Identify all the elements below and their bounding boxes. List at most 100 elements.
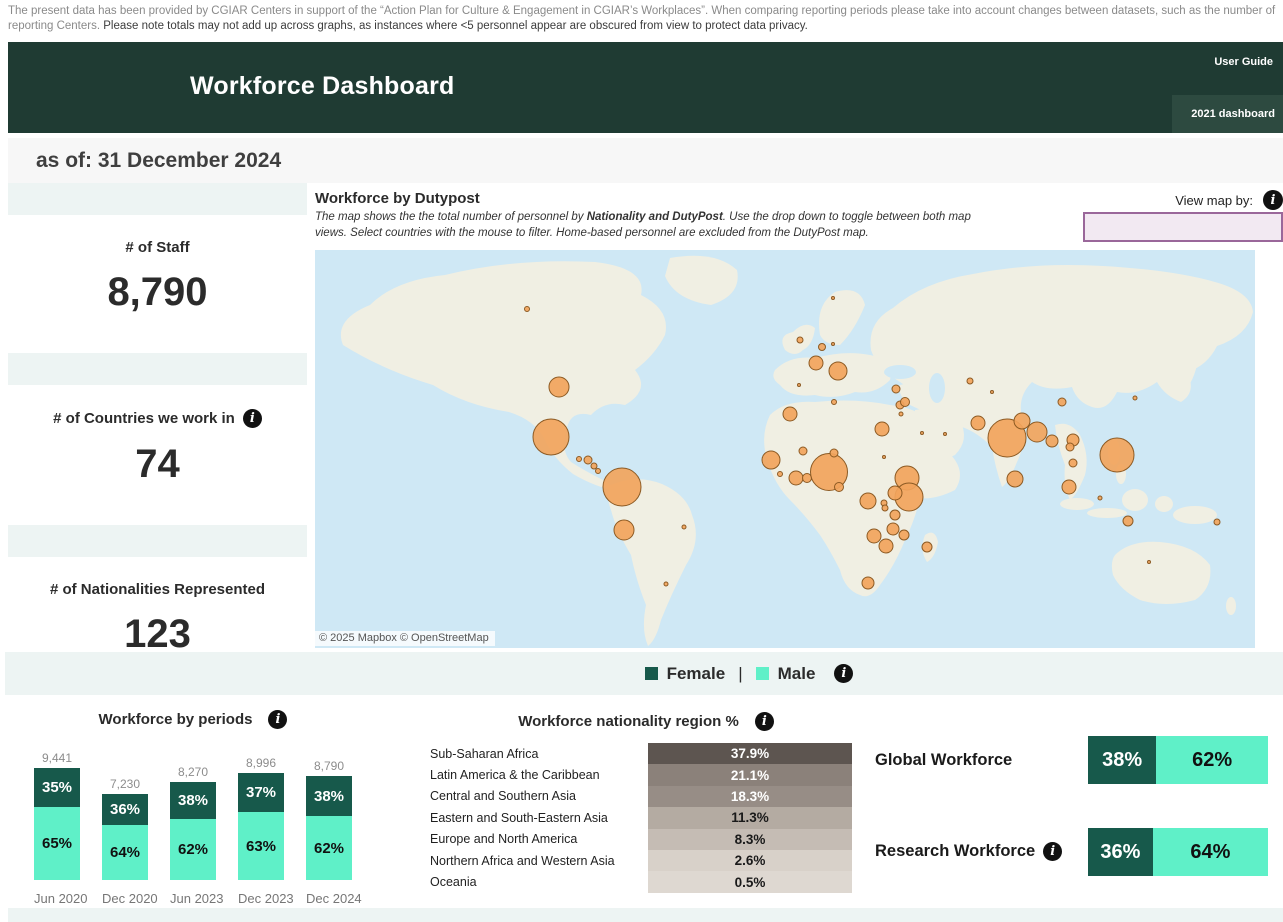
female-segment[interactable]: 38%: [170, 782, 216, 819]
male-segment[interactable]: 62%: [1156, 736, 1268, 784]
map-bubble[interactable]: [614, 520, 634, 540]
research-workforce-bar[interactable]: 36%64%: [1088, 828, 1268, 876]
period-bar-dec-2020[interactable]: 7,23036%64%: [102, 777, 148, 880]
global-workforce-bar[interactable]: 38%62%: [1088, 736, 1268, 784]
map-bubble[interactable]: [1046, 435, 1058, 447]
map-bubble[interactable]: [809, 356, 823, 370]
map-bubble[interactable]: [830, 449, 838, 457]
map-bubble[interactable]: [549, 377, 569, 397]
male-segment[interactable]: 64%: [1153, 828, 1268, 876]
map-bubble[interactable]: [533, 419, 569, 455]
map-bubble[interactable]: [832, 297, 835, 300]
map-bubble[interactable]: [944, 433, 947, 436]
male-segment[interactable]: 62%: [170, 819, 216, 880]
map-bubble[interactable]: [591, 463, 597, 469]
table-row[interactable]: Latin America & the Caribbean21.1%: [430, 764, 862, 785]
dashboard-2021-button[interactable]: 2021 dashboard: [1172, 95, 1283, 133]
period-bar-jun-2023[interactable]: 8,27038%62%: [170, 765, 216, 880]
map-bubble[interactable]: [1214, 519, 1220, 525]
map-bubble[interactable]: [584, 456, 592, 464]
table-row[interactable]: Northern Africa and Western Asia2.6%: [430, 850, 862, 871]
map-bubble[interactable]: [799, 447, 807, 455]
research-workforce-info-icon[interactable]: i: [1043, 842, 1062, 861]
map-bubble[interactable]: [991, 391, 994, 394]
map-bubble[interactable]: [888, 486, 902, 500]
world-map[interactable]: © 2025 Mapbox © OpenStreetMap: [315, 250, 1255, 648]
map-bubble[interactable]: [890, 510, 900, 520]
map-bubble[interactable]: [899, 530, 909, 540]
map-bubble[interactable]: [967, 378, 973, 384]
map-bubble[interactable]: [819, 344, 826, 351]
period-bar-dec-2023[interactable]: 8,99637%63%: [238, 756, 284, 880]
map-bubble[interactable]: [1062, 480, 1076, 494]
regions-info-icon[interactable]: i: [755, 712, 774, 731]
map-bubble[interactable]: [835, 483, 844, 492]
map-bubble[interactable]: [901, 398, 910, 407]
female-segment[interactable]: 37%: [238, 773, 284, 812]
view-map-by-dropdown[interactable]: [1083, 212, 1283, 242]
table-row[interactable]: Central and Southern Asia18.3%: [430, 786, 862, 807]
map-bubble[interactable]: [1098, 496, 1102, 500]
map-bubble[interactable]: [1007, 471, 1023, 487]
map-bubble[interactable]: [1123, 516, 1133, 526]
map-bubble[interactable]: [892, 385, 900, 393]
map-bubble[interactable]: [1066, 443, 1074, 451]
map-bubble[interactable]: [879, 539, 893, 553]
map-bubble[interactable]: [829, 362, 847, 380]
map-bubble[interactable]: [525, 307, 530, 312]
map-bubble[interactable]: [883, 456, 886, 459]
view-map-by-info-icon[interactable]: i: [1263, 190, 1283, 210]
map-bubble[interactable]: [803, 474, 812, 483]
period-bar-jun-2020[interactable]: 9,44135%65%: [34, 751, 80, 880]
map-bubble[interactable]: [862, 577, 874, 589]
female-segment[interactable]: 36%: [1088, 828, 1153, 876]
map-bubble[interactable]: [783, 407, 797, 421]
map-bubble[interactable]: [1027, 422, 1047, 442]
countries-info-icon[interactable]: i: [243, 409, 262, 428]
map-bubble[interactable]: [778, 472, 783, 477]
male-segment[interactable]: 63%: [238, 812, 284, 880]
map-bubble[interactable]: [882, 505, 888, 511]
female-segment[interactable]: 38%: [306, 776, 352, 816]
map-bubble[interactable]: [875, 422, 889, 436]
map-bubble[interactable]: [971, 416, 985, 430]
page-title: Workforce Dashboard: [190, 72, 455, 101]
male-segment[interactable]: 65%: [34, 807, 80, 880]
table-row[interactable]: Sub-Saharan Africa37.9%: [430, 743, 862, 764]
table-row[interactable]: Eastern and South-Eastern Asia11.3%: [430, 807, 862, 828]
female-segment[interactable]: 35%: [34, 768, 80, 807]
map-bubble[interactable]: [867, 529, 881, 543]
map-bubble[interactable]: [762, 451, 780, 469]
table-row[interactable]: Oceania0.5%: [430, 871, 862, 892]
legend-info-icon[interactable]: i: [834, 664, 853, 683]
map-bubble[interactable]: [789, 471, 803, 485]
map-bubble[interactable]: [921, 432, 924, 435]
map-bubble[interactable]: [682, 525, 686, 529]
map-bubble[interactable]: [899, 412, 903, 416]
map-bubble[interactable]: [922, 542, 932, 552]
map-bubble[interactable]: [664, 582, 668, 586]
map-bubble[interactable]: [887, 523, 899, 535]
map-bubble[interactable]: [596, 469, 601, 474]
map-bubble[interactable]: [1014, 413, 1030, 429]
map-bubble[interactable]: [1148, 561, 1151, 564]
map-bubble[interactable]: [860, 493, 876, 509]
male-segment[interactable]: 64%: [102, 825, 148, 880]
map-bubble[interactable]: [1058, 398, 1066, 406]
female-segment[interactable]: 36%: [102, 794, 148, 825]
female-segment[interactable]: 38%: [1088, 736, 1156, 784]
period-bar-dec-2024[interactable]: 8,79038%62%: [306, 759, 352, 880]
map-bubble[interactable]: [832, 400, 837, 405]
periods-info-icon[interactable]: i: [268, 710, 287, 729]
map-bubble[interactable]: [577, 457, 582, 462]
map-bubble[interactable]: [1133, 396, 1137, 400]
map-bubble[interactable]: [1100, 438, 1134, 472]
male-segment[interactable]: 62%: [306, 816, 352, 880]
map-bubble[interactable]: [1069, 459, 1077, 467]
table-row[interactable]: Europe and North America8.3%: [430, 829, 862, 850]
map-bubble[interactable]: [603, 468, 641, 506]
map-bubble[interactable]: [797, 337, 803, 343]
map-bubble[interactable]: [832, 343, 835, 346]
user-guide-button[interactable]: User Guide: [1214, 56, 1273, 68]
map-bubble[interactable]: [798, 384, 801, 387]
